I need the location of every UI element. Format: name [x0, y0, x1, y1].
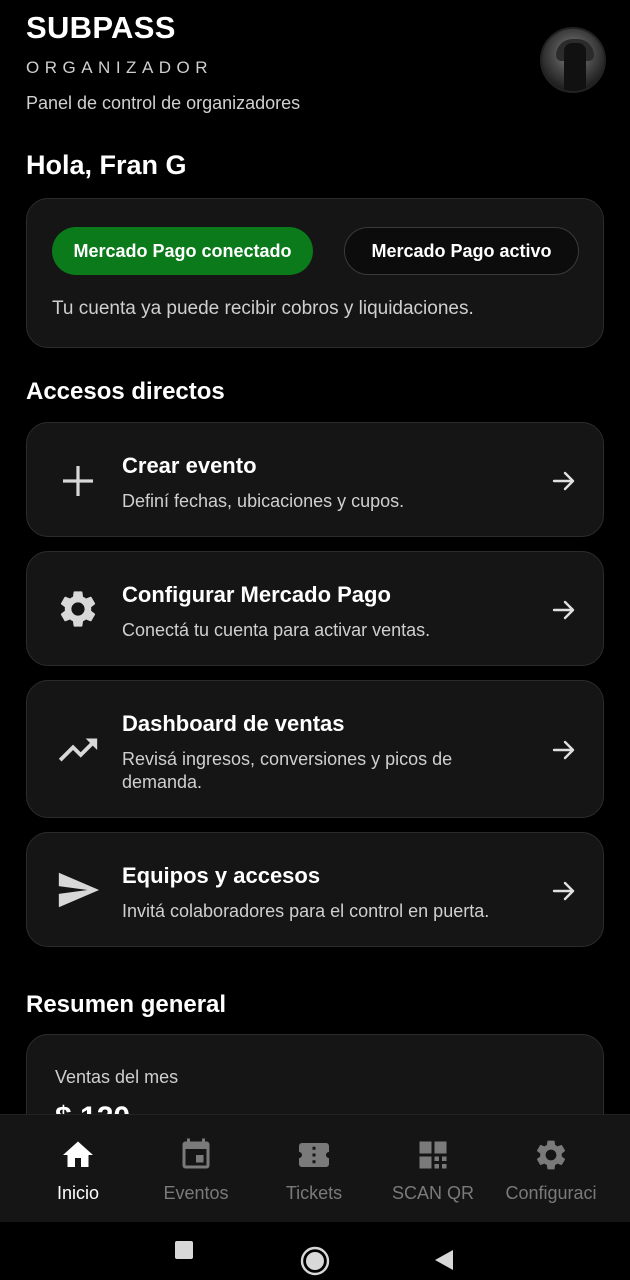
nav-label: Tickets: [285, 1183, 343, 1203]
settings-icon: [536, 1140, 566, 1170]
action-description: Revisá ingresos, conversiones y picos de…: [122, 749, 453, 792]
summary-title: Resumen general: [26, 991, 227, 1018]
nav-configuracion[interactable]: Configuraci: [488, 1115, 614, 1223]
avatar-figure: [564, 43, 586, 91]
action-title: Crear evento: [122, 453, 257, 478]
system-nav-bar: [0, 1222, 630, 1280]
nav-label: Configuraci: [505, 1183, 597, 1203]
mp-connected-chip[interactable]: Mercado Pago conectado: [52, 227, 313, 275]
action-sales-dashboard[interactable]: Dashboard de ventas Revisá ingresos, con…: [26, 680, 604, 818]
back-icon[interactable]: [433, 1248, 455, 1272]
action-create-event[interactable]: Crear evento Definí fechas, ubicaciones …: [26, 422, 604, 537]
mp-active-chip[interactable]: Mercado Pago activo: [344, 227, 579, 275]
action-configure-mp[interactable]: Configurar Mercado Pago Conectá tu cuent…: [26, 551, 604, 666]
qr-icon: [419, 1141, 447, 1169]
shortcuts-title: Accesos directos: [26, 378, 225, 405]
nav-eventos[interactable]: Eventos: [133, 1115, 259, 1223]
trending-up-icon: [53, 725, 103, 775]
calendar-icon: [182, 1138, 210, 1169]
nav-tickets[interactable]: Tickets: [251, 1115, 377, 1223]
greeting: Hola, Fran G: [26, 150, 187, 180]
nav-label: SCAN QR: [391, 1183, 474, 1203]
action-title: Configurar Mercado Pago: [122, 582, 391, 607]
recent-apps-icon[interactable]: [174, 1240, 194, 1260]
mp-status-message: Tu cuenta ya puede recibir cobros y liqu…: [52, 298, 474, 319]
action-description: Invitá colaboradores para el control en …: [122, 901, 490, 921]
app-title: SUBPASS: [26, 10, 176, 45]
sales-label: Ventas del mes: [55, 1067, 179, 1087]
mercado-pago-card: Mercado Pago conectado Mercado Pago acti…: [26, 198, 604, 348]
arrow-right-icon: [552, 881, 575, 901]
gear-icon: [53, 584, 103, 634]
arrow-right-icon: [552, 471, 575, 491]
plus-icon: [53, 456, 103, 506]
action-description: Definí fechas, ubicaciones y cupos.: [122, 491, 405, 511]
action-title: Equipos y accesos: [122, 863, 321, 888]
app-subtitle: ORGANIZADOR: [26, 58, 214, 77]
send-icon: [53, 865, 103, 915]
home-button-icon[interactable]: [300, 1246, 330, 1276]
header: SUBPASS ORGANIZADOR Panel de control de …: [26, 10, 606, 114]
action-description: Conectá tu cuenta para activar ventas.: [122, 620, 431, 640]
arrow-right-icon: [552, 740, 575, 760]
nav-label: Eventos: [163, 1183, 229, 1203]
home-icon: [63, 1141, 93, 1167]
nav-scan-qr[interactable]: SCAN QR: [370, 1115, 496, 1223]
bottom-nav: Inicio Eventos Tickets SCAN QR Configura…: [0, 1114, 630, 1222]
action-title: Dashboard de ventas: [122, 711, 345, 736]
app-description: Panel de control de organizadores: [26, 93, 301, 113]
arrow-right-icon: [552, 600, 575, 620]
nav-inicio[interactable]: Inicio: [15, 1115, 141, 1223]
avatar[interactable]: [540, 27, 606, 93]
nav-label: Inicio: [56, 1183, 100, 1203]
ticket-icon: [299, 1143, 329, 1167]
action-teams-access[interactable]: Equipos y accesos Invitá colaboradores p…: [26, 832, 604, 947]
